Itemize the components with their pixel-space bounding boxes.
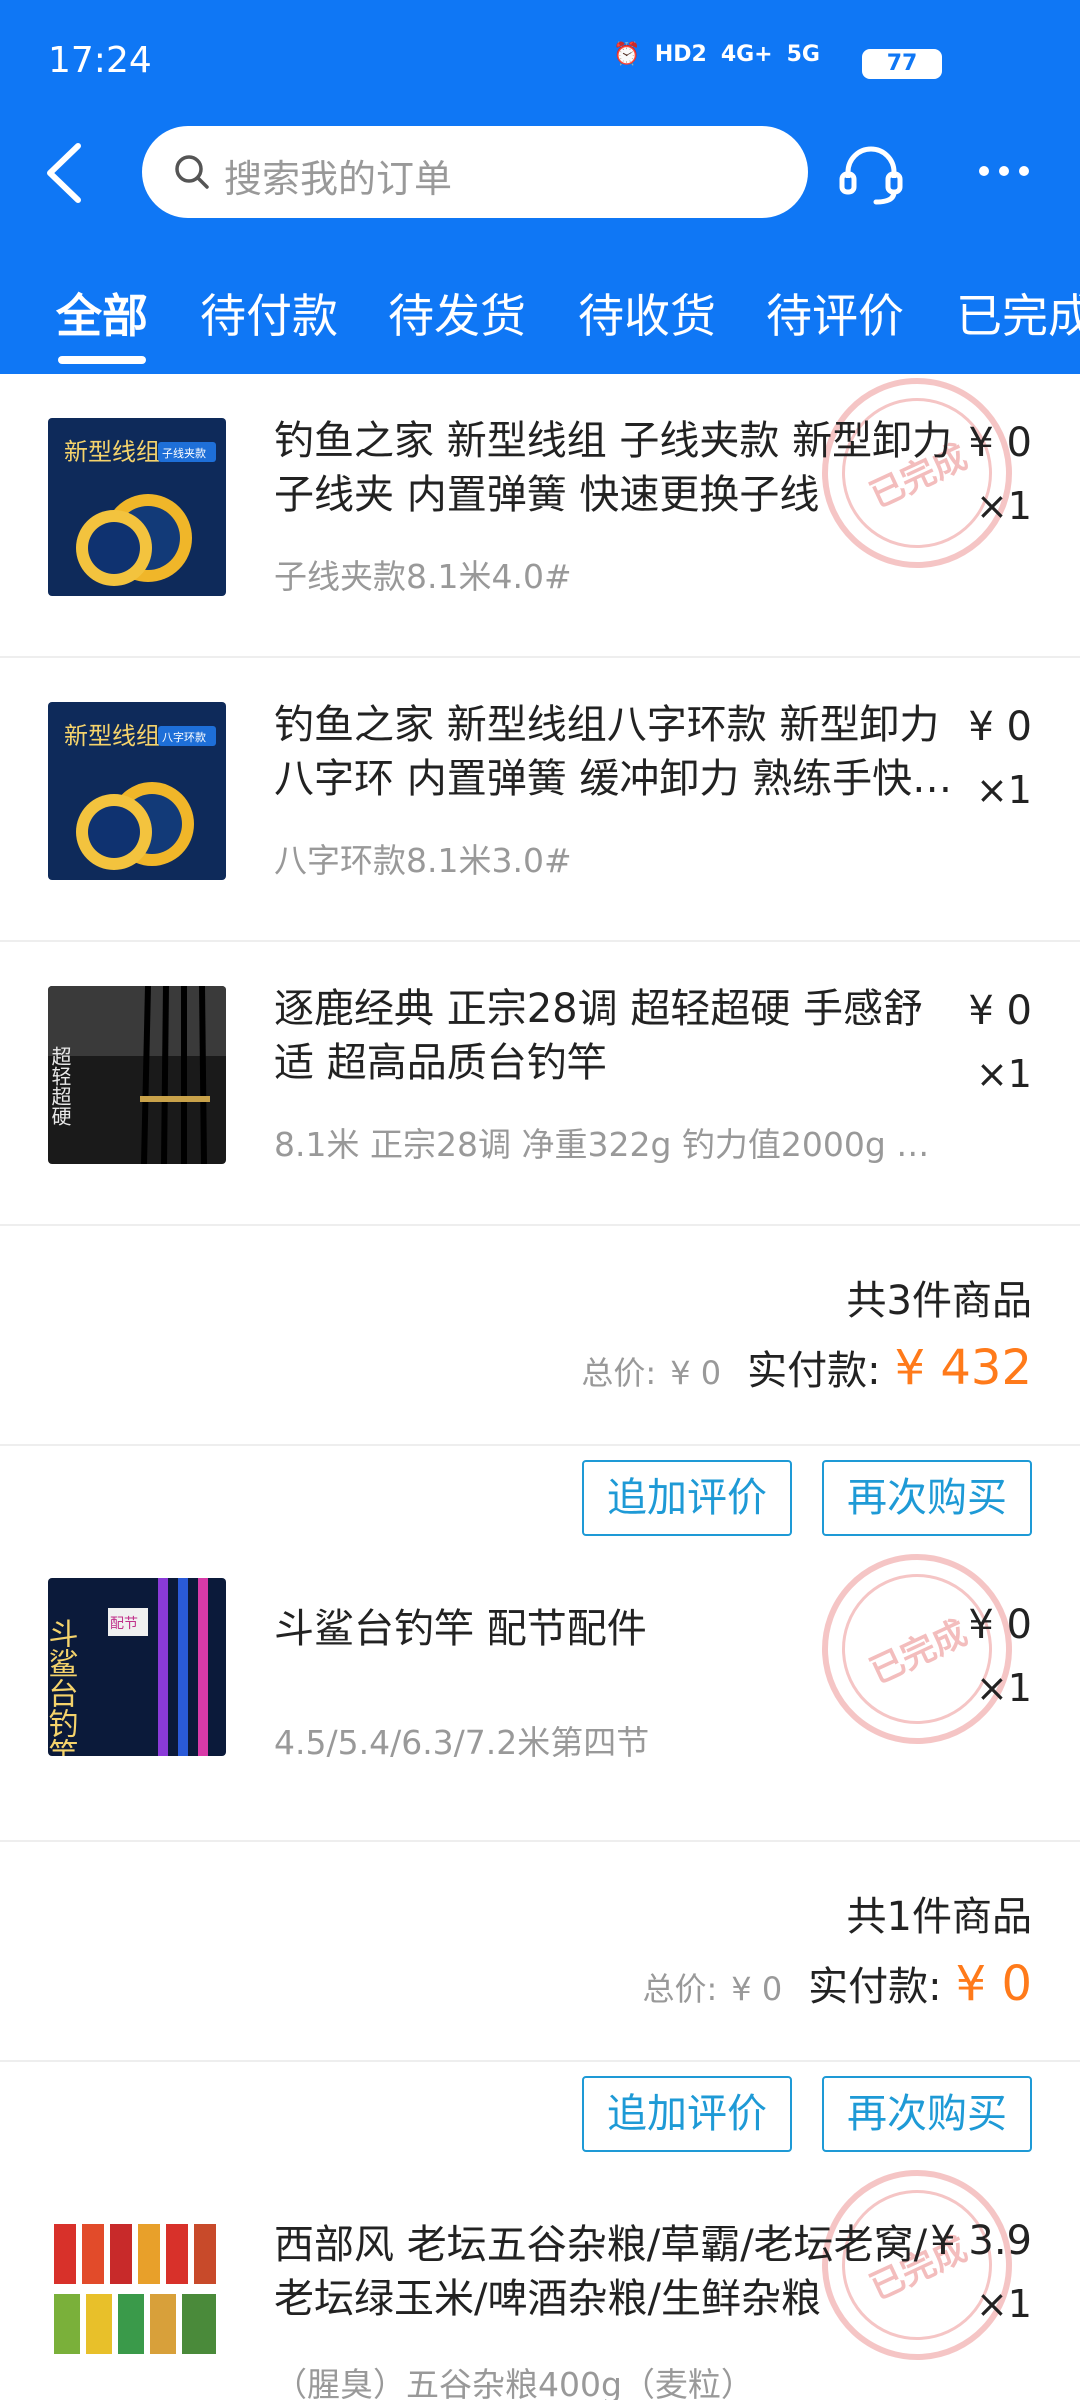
order-actions: 追加评价 再次购买 [0,1460,1080,1550]
product-price: ¥ 0 [968,988,1032,1034]
search-input[interactable]: 搜索我的订单 [142,126,808,218]
order-totals: 总价: ¥ 0 实付款: ¥ 432 [581,1338,1032,1396]
customer-service-icon[interactable] [836,140,906,210]
order-item[interactable]: 新型线组 八字环款 钓鱼之家 新型线组八字环款 新型卸力八字环 内置弹簧 缓冲卸… [0,658,1080,942]
hd-icon: HD2 [654,42,707,67]
tab-pending-shipment[interactable]: 待发货 [388,280,526,346]
paid-label: 实付款: [808,1964,942,2010]
status-icons: ⏰ HD2 4G+ 5G [613,42,820,67]
tab-pending-payment[interactable]: 待付款 [200,280,338,346]
product-title: 逐鹿经典 正宗28调 超轻超硬 手感舒适 超高品质台钓竿 [274,986,924,1086]
product-spec: （腥臭）五谷杂粮400g（麦粒） [274,2365,754,2400]
order-item[interactable]: 超轻超硬 逐鹿经典 正宗28调 超轻超硬 手感舒适 超高品质台钓竿 8.1米 正… [0,942,1080,1226]
paid-value: ¥ 0 [955,1956,1032,2012]
add-review-button[interactable]: 追加评价 [582,1460,792,1536]
svg-text:子线夹款: 子线夹款 [162,446,206,460]
order-summary: 共1件商品 总价: ¥ 0 实付款: ¥ 0 [0,1842,1080,2062]
nav-row: 搜索我的订单 [0,126,1080,220]
product-price: ¥ 0 [968,420,1032,466]
back-icon[interactable] [40,140,100,206]
product-quantity: ×1 [975,1052,1032,1096]
svg-text:八字环款: 八字环款 [162,730,206,744]
product-title: 斗鲨台钓竿 配节配件 [274,1606,647,1652]
svg-text:新型线组: 新型线组 [64,722,160,750]
tab-completed[interactable]: 已完成 [956,280,1080,346]
product-image: 新型线组 子线夹款 [48,418,226,596]
signal-4g-icon: 4G+ [720,42,773,67]
svg-text:新型线组: 新型线组 [64,438,160,466]
order-item[interactable]: 斗鲨台钓竿 配节 斗鲨台钓竿 配节配件 4.5/5.4/6.3/7.2米第四节 … [0,1558,1080,1842]
product-image: 超轻超硬 [48,986,226,1164]
buy-again-button[interactable]: 再次购买 [822,1460,1032,1536]
product-price: ¥ 3.9 [930,2218,1032,2264]
order-totals: 总价: ¥ 0 实付款: ¥ 0 [642,1954,1032,2012]
product-quantity: ×1 [975,484,1032,528]
product-title: 西部风 老坛五谷杂粮/草霸/老坛老窝/老坛绿玉米/啤酒杂粮/生鲜杂粮 [274,2222,928,2322]
status-time: 17:24 [48,40,152,81]
product-title: 钓鱼之家 新型线组 子线夹款 新型卸力子线夹 内置弹簧 快速更换子线 [274,418,953,518]
status-bar: 17:24 ⏰ HD2 4G+ 5G 77 [0,0,1080,120]
total-value: ¥ 0 [731,1970,783,2008]
product-price: ¥ 0 [968,1602,1032,1648]
svg-text:斗鲨台钓竿: 斗鲨台钓竿 [48,1618,78,1756]
order-summary: 共3件商品 总价: ¥ 0 实付款: ¥ 432 [0,1226,1080,1446]
app-header: 17:24 ⏰ HD2 4G+ 5G 77 搜索我的订单 全部 待付款 待发货 … [0,0,1080,374]
product-spec: 8.1米 正宗28调 净重322g 钓力值2000g 以上 [274,1125,954,1164]
product-spec: 子线夹款8.1米4.0# [274,557,572,596]
product-spec: 八字环款8.1米3.0# [274,841,572,880]
product-spec: 4.5/5.4/6.3/7.2米第四节 [274,1723,650,1762]
battery-icon: 77 [862,49,942,79]
svg-text:配节: 配节 [110,1616,138,1632]
product-price: ¥ 0 [968,704,1032,750]
svg-text:超轻超硬: 超轻超硬 [48,1046,72,1126]
signal-5g-icon: 5G [786,42,820,67]
order-actions: 追加评价 再次购买 [0,2076,1080,2166]
item-count: 共1件商品 [846,1894,1032,1940]
item-count: 共3件商品 [846,1278,1032,1324]
total-label: 总价: [581,1354,657,1392]
product-image: 新型线组 八字环款 [48,702,226,880]
product-quantity: ×1 [975,1666,1032,1710]
product-image [48,2194,226,2372]
order-tabs: 全部 待付款 待发货 待收货 待评价 已完成 [0,270,1080,374]
order-item[interactable]: 西部风 老坛五谷杂粮/草霸/老坛老窝/老坛绿玉米/啤酒杂粮/生鲜杂粮 （腥臭）五… [0,2174,1080,2400]
paid-label: 实付款: [747,1348,881,1394]
active-tab-indicator [58,356,146,364]
more-icon[interactable] [976,156,1032,186]
tab-pending-receipt[interactable]: 待收货 [578,280,716,346]
tab-pending-review[interactable]: 待评价 [766,280,904,346]
product-image: 斗鲨台钓竿 配节 [48,1578,226,1756]
buy-again-button[interactable]: 再次购买 [822,2076,1032,2152]
total-label: 总价: [642,1970,718,2008]
tab-all[interactable]: 全部 [56,280,148,346]
search-icon [175,155,209,189]
order-item[interactable]: 新型线组 子线夹款 钓鱼之家 新型线组 子线夹款 新型卸力子线夹 内置弹簧 快速… [0,374,1080,658]
total-value: ¥ 0 [670,1354,722,1392]
search-placeholder: 搜索我的订单 [224,157,453,201]
add-review-button[interactable]: 追加评价 [582,2076,792,2152]
product-quantity: ×1 [975,768,1032,812]
product-quantity: ×1 [975,2282,1032,2326]
paid-value: ¥ 432 [894,1340,1032,1396]
alarm-icon: ⏰ [613,42,641,67]
product-title: 钓鱼之家 新型线组八字环款 新型卸力八字环 内置弹簧 缓冲卸力 熟练手快速更换 [274,702,953,802]
order-list[interactable]: 已完成 新型线组 子线夹款 钓鱼之家 新型线组 子线夹款 新型卸力子线夹 内置弹… [0,374,1080,2400]
